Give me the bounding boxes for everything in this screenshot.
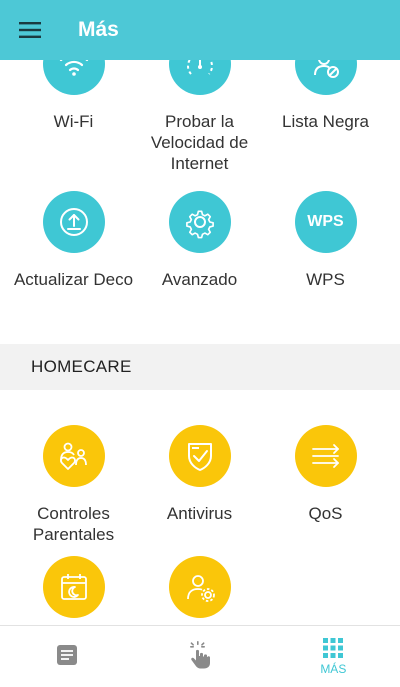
schedule-circle xyxy=(42,556,105,618)
tab-label: MÁS xyxy=(320,661,347,676)
blacklist-circle xyxy=(294,60,357,95)
update-icon xyxy=(59,208,88,236)
homecare-schedule[interactable] xyxy=(7,556,140,625)
shield-icon xyxy=(187,443,212,471)
tool-blacklist[interactable]: Lista Negra xyxy=(259,60,392,132)
tab-overview[interactable] xyxy=(0,626,133,687)
tool-update-deco[interactable]: Actualizar Deco xyxy=(7,191,140,290)
gear-icon xyxy=(185,210,214,239)
parental-controls-icon xyxy=(59,442,87,470)
user-settings-circle xyxy=(168,556,231,618)
tool-label: Wi-Fi xyxy=(53,112,94,131)
content-scroll-area[interactable]: Wi-Fi Probar la Velocidad de Internet Li… xyxy=(0,60,400,625)
speedometer-icon xyxy=(186,60,213,75)
advanced-circle xyxy=(168,191,231,253)
homecare-qos[interactable]: QoS xyxy=(259,425,392,524)
homecare-label: Antivirus xyxy=(166,504,233,523)
hamburger-icon xyxy=(19,22,41,38)
wifi-circle xyxy=(42,60,105,95)
parental-circle xyxy=(42,425,105,487)
top-bar: Más xyxy=(0,0,400,60)
user-settings-icon xyxy=(186,575,215,602)
homecare-antivirus[interactable]: Antivirus xyxy=(133,425,266,524)
update-circle xyxy=(42,191,105,253)
homecare-section-header: HOMECARE xyxy=(0,344,400,390)
calendar-icon xyxy=(60,574,87,600)
qos-circle xyxy=(294,425,357,487)
homecare-label: Controles Parentales xyxy=(32,504,115,544)
tool-speed-test[interactable]: Probar la Velocidad de Internet xyxy=(133,60,266,174)
tab-devices[interactable] xyxy=(133,626,266,687)
tool-label: Probar la Velocidad de Internet xyxy=(150,112,249,173)
blocked-user-icon xyxy=(313,60,339,78)
tool-label: WPS xyxy=(306,270,345,289)
page-title: Más xyxy=(78,18,119,41)
bottom-tab-bar: MÁS xyxy=(0,625,400,687)
antivirus-circle xyxy=(168,425,231,487)
tool-label: Lista Negra xyxy=(282,112,369,131)
tool-label: Avanzado xyxy=(161,270,238,289)
document-icon xyxy=(56,644,77,665)
tool-advanced[interactable]: Avanzado xyxy=(133,191,266,290)
menu-button[interactable] xyxy=(0,0,60,60)
speed-circle xyxy=(168,60,231,95)
tool-wifi[interactable]: Wi-Fi xyxy=(7,60,140,132)
tab-more[interactable]: MÁS xyxy=(267,626,400,687)
grid-icon xyxy=(323,637,344,658)
homecare-user-settings[interactable] xyxy=(133,556,266,625)
wps-icon: WPS xyxy=(307,213,344,230)
tool-wps[interactable]: WPS WPS xyxy=(259,191,392,290)
homecare-label: QoS xyxy=(308,504,343,523)
wps-circle: WPS xyxy=(294,191,357,253)
wifi-icon xyxy=(59,60,88,76)
tool-label: Actualizar Deco xyxy=(13,270,134,289)
homecare-parental-controls[interactable]: Controles Parentales xyxy=(7,425,140,545)
touch-hand-icon xyxy=(189,640,210,668)
qos-arrows-icon xyxy=(311,444,339,468)
